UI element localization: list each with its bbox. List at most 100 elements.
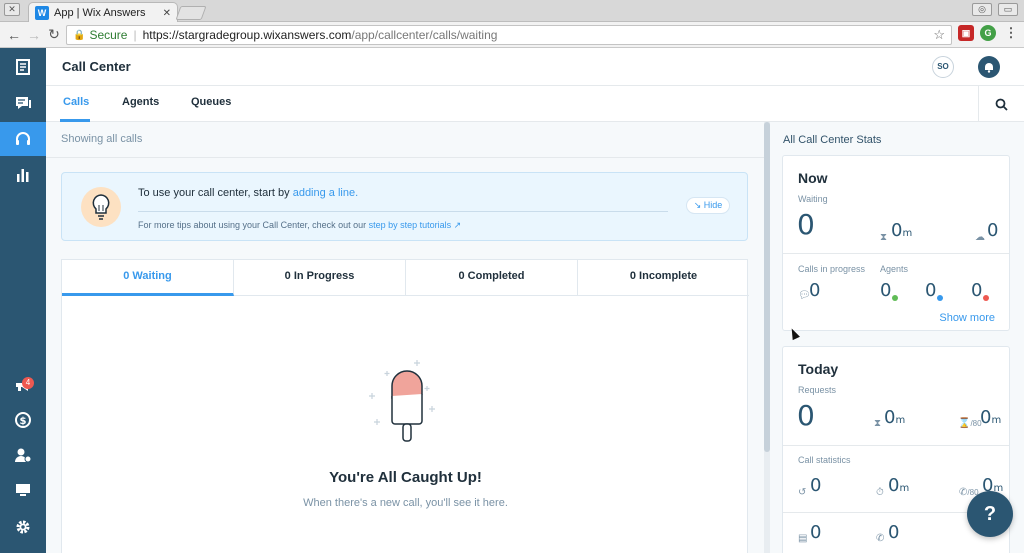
sidebar: 4 $ bbox=[0, 48, 46, 553]
now-title: Now bbox=[798, 170, 828, 186]
reload-icon[interactable]: ↻ bbox=[44, 26, 64, 43]
hide-tip-button[interactable]: ↘ Hide bbox=[686, 197, 730, 214]
url-host: https://stargradegroup.wixanswers.com bbox=[142, 28, 352, 42]
sidebar-item-widgets[interactable] bbox=[0, 473, 46, 507]
tip-text: To use your call center, start by adding… bbox=[138, 187, 358, 199]
tab-waiting[interactable]: 0 Waiting bbox=[62, 260, 234, 296]
timer-icon: ⏱ bbox=[876, 487, 884, 498]
adding-line-link[interactable]: adding a line. bbox=[293, 187, 358, 199]
agents-label: Agents bbox=[880, 264, 909, 274]
tutorials-link[interactable]: step by step tutorials ↗ bbox=[369, 220, 462, 230]
tip-subtext-message: For more tips about using your Call Cent… bbox=[138, 220, 367, 230]
wait-time-value: 0 bbox=[891, 220, 903, 241]
gear-icon bbox=[16, 520, 30, 534]
call-stat-1: 0 bbox=[810, 475, 822, 496]
browser-tab[interactable]: W App | Wix Answers ✕ bbox=[28, 2, 178, 23]
window-close-button[interactable]: ✕ bbox=[4, 3, 20, 16]
calls-card: 0 Waiting 0 In Progress 0 Completed 0 In… bbox=[61, 259, 749, 553]
svg-text:$: $ bbox=[20, 416, 27, 427]
in-progress-label: Calls in progress bbox=[798, 264, 866, 274]
offline-status-dot bbox=[983, 295, 989, 301]
grammarly-icon[interactable]: G bbox=[980, 25, 996, 41]
tab-calls[interactable]: Calls bbox=[63, 96, 89, 108]
empty-state-title: You're All Caught Up! bbox=[329, 469, 482, 486]
requests-count: 0 bbox=[797, 399, 815, 432]
wix-answers-favicon: W bbox=[35, 6, 49, 20]
hourglass-icon: ⧗ bbox=[880, 232, 888, 243]
sidebar-item-call-center[interactable] bbox=[0, 122, 46, 156]
address-bar[interactable]: 🔒 Secure | https://stargradegroup.wixans… bbox=[66, 25, 952, 45]
notification-badge: 4 bbox=[22, 377, 34, 389]
app-header: Call Center SO bbox=[46, 48, 1024, 86]
browser-menu-icon[interactable]: ⋮ bbox=[1003, 25, 1019, 41]
calls-main: Showing all calls To use your call cente… bbox=[46, 122, 764, 553]
agents-offline-count: 0 bbox=[971, 280, 983, 301]
callback-icon: ☁ bbox=[975, 232, 985, 243]
lightbulb-icon bbox=[81, 187, 121, 227]
requests-label: Requests bbox=[798, 385, 837, 395]
now-card: Now Waiting 0 ⧗ 0m ☁ 0 Calls in progress… bbox=[782, 155, 1010, 331]
bookmark-star-icon[interactable]: ☆ bbox=[933, 27, 945, 43]
avg-time: 0m bbox=[884, 407, 905, 428]
showing-filter-label: Showing all calls bbox=[61, 133, 143, 145]
call-stat-5: 0 bbox=[888, 522, 900, 543]
sidebar-item-announcements[interactable]: 4 bbox=[0, 368, 46, 402]
tab-incomplete[interactable]: 0 Incomplete bbox=[578, 260, 749, 296]
sla-value: 0 bbox=[980, 407, 992, 428]
tab-agents[interactable]: Agents bbox=[122, 96, 159, 108]
tip-banner: To use your call center, start by adding… bbox=[61, 172, 748, 241]
new-tab-button[interactable] bbox=[175, 6, 207, 20]
sla-icon: ⌛/80 bbox=[958, 418, 982, 429]
sidebar-item-chat[interactable] bbox=[0, 86, 46, 120]
tip-message: To use your call center, start by bbox=[138, 187, 290, 199]
call-statistics-label: Call statistics bbox=[798, 455, 851, 465]
tickets-icon bbox=[16, 59, 30, 75]
browser-titlebar: ✕ W App | Wix Answers ✕ ◎ ▭ bbox=[0, 0, 1024, 23]
call-stat-2-value: 0 bbox=[888, 475, 900, 496]
today-title: Today bbox=[798, 361, 839, 377]
window-controls: ◎ ▭ bbox=[972, 3, 1018, 16]
tab-in-progress[interactable]: 0 In Progress bbox=[234, 260, 406, 296]
window-restore-button[interactable]: ▭ bbox=[998, 3, 1018, 16]
tab-completed[interactable]: 0 Completed bbox=[406, 260, 578, 296]
sidebar-item-settings[interactable] bbox=[0, 510, 46, 544]
wait-time: 0m bbox=[891, 220, 912, 241]
avg-time-value: 0 bbox=[884, 407, 896, 428]
bell-icon bbox=[985, 63, 993, 73]
available-status-dot bbox=[892, 295, 898, 301]
sidebar-item-reports[interactable] bbox=[0, 158, 46, 192]
stats-panel: All Call Center Stats Now Waiting 0 ⧗ 0m… bbox=[770, 122, 1024, 553]
sidebar-item-users[interactable] bbox=[0, 438, 46, 472]
forward-icon[interactable]: → bbox=[24, 27, 44, 43]
tab-queues[interactable]: Queues bbox=[191, 96, 231, 108]
agents-available-count: 0 bbox=[880, 280, 892, 301]
browser-toolbar: ← → ↻ 🔒 Secure | https://stargradegroup.… bbox=[0, 22, 1024, 48]
callback-count: 0 bbox=[987, 220, 999, 241]
sidebar-item-billing[interactable]: $ bbox=[0, 403, 46, 437]
user-settings-icon bbox=[15, 448, 32, 463]
outgoing-call-icon: ✆ bbox=[876, 533, 885, 544]
secure-label: Secure bbox=[89, 28, 128, 42]
search-button[interactable] bbox=[978, 86, 1024, 122]
tab-close-icon[interactable]: ✕ bbox=[163, 8, 171, 19]
show-more-link[interactable]: Show more bbox=[939, 312, 995, 324]
call-stat-4: 0 bbox=[810, 522, 822, 543]
call-stat-2-unit: m bbox=[899, 483, 910, 494]
notifications-button[interactable] bbox=[978, 56, 1000, 78]
help-button[interactable]: ? bbox=[967, 491, 1013, 537]
tab-title: App | Wix Answers bbox=[54, 7, 146, 19]
dollar-icon: $ bbox=[15, 412, 31, 428]
stats-panel-title: All Call Center Stats bbox=[783, 134, 882, 146]
sidebar-item-tickets[interactable] bbox=[0, 50, 46, 84]
headset-icon bbox=[16, 132, 30, 145]
avatar[interactable]: SO bbox=[932, 56, 954, 78]
url-path: /app/callcenter/calls/waiting bbox=[351, 28, 498, 42]
card-divider bbox=[783, 445, 1009, 446]
call-stat-2: 0m bbox=[888, 475, 909, 496]
extension-icon[interactable]: ▣ bbox=[958, 25, 974, 41]
search-icon bbox=[995, 98, 1008, 111]
back-icon[interactable]: ← bbox=[4, 27, 24, 43]
tip-subtext: For more tips about using your Call Cent… bbox=[138, 220, 461, 231]
waiting-count: 0 bbox=[797, 208, 815, 241]
popsicle-illustration bbox=[369, 360, 435, 442]
